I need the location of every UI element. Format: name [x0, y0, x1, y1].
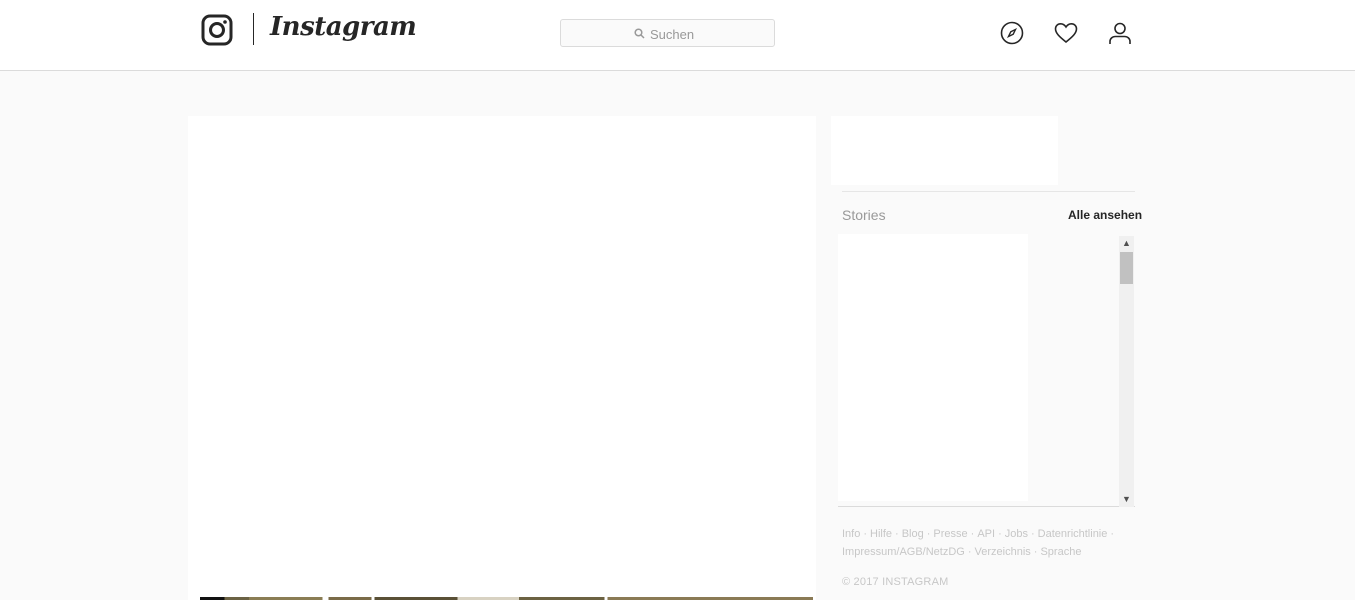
instagram-camera-icon[interactable] [201, 14, 233, 46]
footer-link-jobs[interactable]: Jobs [1005, 528, 1028, 540]
stories-heading: Stories [842, 207, 886, 223]
search-input[interactable] [650, 26, 760, 42]
footer-link-language[interactable]: Sprache [1040, 546, 1081, 558]
scrollbar-thumb[interactable] [1120, 252, 1133, 284]
footer-link-press[interactable]: Presse [933, 528, 967, 540]
stories-scrollbar[interactable]: ▲ ▼ [1119, 236, 1134, 507]
scroll-up-arrow-icon[interactable]: ▲ [1119, 236, 1134, 251]
footer-link-directory[interactable]: Verzeichnis [975, 546, 1031, 558]
activity-heart-icon[interactable] [1054, 21, 1078, 45]
footer-links: Info · Hilfe · Blog · Presse · API · Jobs · Datenric… [842, 528, 1115, 558]
footer-link-info[interactable]: Info [842, 528, 860, 540]
footer-link-blog[interactable]: Blog [902, 528, 924, 540]
search-box[interactable] [560, 19, 775, 47]
stories-list[interactable] [838, 234, 1028, 501]
stories-panel: ▲ ▼ [838, 234, 1135, 507]
search-icon [634, 28, 645, 39]
sidebar-divider [842, 191, 1135, 192]
profile-person-icon[interactable] [1108, 21, 1132, 45]
copyright-text: © 2017 INSTAGRAM [842, 576, 949, 588]
feed-post-card [188, 116, 816, 600]
profile-summary-box [831, 116, 1058, 185]
footer-link-api[interactable]: API [977, 528, 995, 540]
top-navigation-bar: Instagram [0, 0, 1355, 71]
instagram-wordmark[interactable]: Instagram [270, 12, 417, 42]
footer-link-privacy[interactable]: Datenrichtlinie [1038, 528, 1108, 540]
see-all-stories-link[interactable]: Alle ansehen [1068, 208, 1142, 222]
footer-link-imprint[interactable]: Impressum/AGB/NetzDG [842, 546, 965, 558]
scroll-down-arrow-icon[interactable]: ▼ [1119, 492, 1134, 507]
explore-compass-icon[interactable] [1000, 21, 1024, 45]
logo-divider [253, 13, 254, 45]
footer-link-help[interactable]: Hilfe [870, 528, 892, 540]
